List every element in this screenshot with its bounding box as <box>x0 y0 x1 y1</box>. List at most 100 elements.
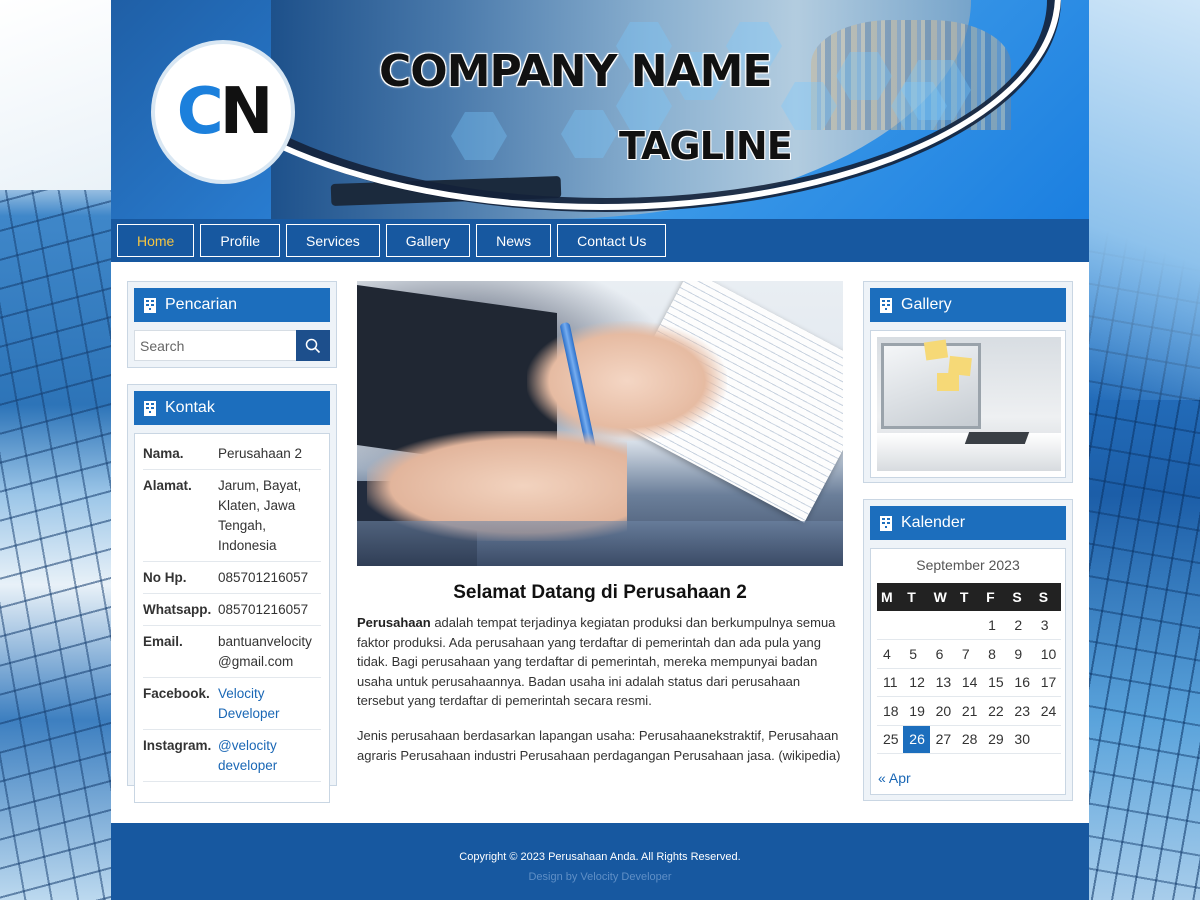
instagram-link[interactable]: @velocity developer <box>218 736 321 776</box>
gallery-keyboard <box>964 432 1030 444</box>
contact-value: Jarum, Bayat, Klaten, Jawa Tengah, Indon… <box>218 478 302 553</box>
footer-credit-link[interactable]: Design by Velocity Developer <box>111 871 1089 883</box>
calendar-day: 8 <box>982 639 1009 669</box>
weekday-header: W <box>929 583 956 611</box>
calendar-day: 3 <box>1034 611 1061 640</box>
calendar-day <box>903 611 930 640</box>
contact-widget-header: Kontak <box>134 391 330 425</box>
calendar-widget-title: Kalender <box>901 514 966 531</box>
contact-key: Email. <box>143 634 183 649</box>
search-form <box>134 330 330 361</box>
contact-value: 085701216057 <box>218 602 309 617</box>
nav-home[interactable]: Home <box>117 224 195 257</box>
company-tagline: TAGLINE <box>619 124 793 168</box>
calendar-day: 18 <box>877 696 904 726</box>
logo-letter-c: C <box>176 75 224 149</box>
calendar-day: 28 <box>955 725 983 754</box>
nav-news[interactable]: News <box>476 224 552 257</box>
nav-services[interactable]: Services <box>286 224 380 257</box>
search-input[interactable] <box>134 330 296 361</box>
contact-key: Alamat. <box>143 478 192 493</box>
gallery-widget-header: Gallery <box>870 288 1066 322</box>
calendar-day: 9 <box>1008 639 1035 669</box>
nav-profile[interactable]: Profile <box>200 224 281 257</box>
gallery-image[interactable] <box>877 337 1061 471</box>
calendar-day: 7 <box>955 639 983 669</box>
calendar-day: 16 <box>1008 668 1035 697</box>
calendar-day: 1 <box>982 611 1009 640</box>
footer: Copyright © 2023 Perusahaan Anda. All Ri… <box>111 823 1089 900</box>
search-button[interactable] <box>296 330 330 361</box>
calendar-day: 19 <box>903 696 930 726</box>
calendar-grid: M T W T F S S 1 2 3 4 5 6 7 8 9 10 11 12… <box>877 583 1061 754</box>
contact-row-instagram: Instagram. @velocity developer <box>143 730 321 782</box>
contact-widget-title: Kontak <box>165 399 215 416</box>
facebook-link[interactable]: Velocity Developer <box>218 684 321 724</box>
calendar-day: 23 <box>1008 696 1035 726</box>
main-navigation: Home Profile Services Gallery News Conta… <box>111 219 1089 262</box>
contact-row-facebook: Facebook. Velocity Developer <box>143 678 321 730</box>
calendar-day: 12 <box>903 668 930 697</box>
calendar-week: 18 19 20 21 22 23 24 <box>877 696 1061 726</box>
weekday-header: T <box>955 583 983 611</box>
calendar-prev-month-link[interactable]: « Apr <box>877 770 1059 786</box>
search-widget-header: Pencarian <box>134 288 330 322</box>
calendar-day: 11 <box>877 668 904 697</box>
calendar-day: 14 <box>955 668 983 697</box>
gallery-sticky-note <box>937 373 959 391</box>
hero-image <box>357 281 843 566</box>
contact-value: 085701216057 <box>218 570 309 585</box>
second-paragraph: Jenis perusahaan berdasarkan lapangan us… <box>357 728 841 763</box>
calendar-day <box>877 611 904 640</box>
calendar-month: September 2023 <box>916 557 1020 573</box>
gallery-widget-title: Gallery <box>901 296 952 313</box>
search-widget-title: Pencarian <box>165 296 238 313</box>
calendar-day: 5 <box>903 639 930 669</box>
company-name: COMPANY NAME <box>379 46 772 97</box>
intro-paragraph: Perusahaan adalah tempat terjadinya kegi… <box>357 613 843 711</box>
logo-text: CN <box>176 75 273 149</box>
hero-hand <box>527 321 727 441</box>
calendar-day: 4 <box>877 639 904 669</box>
company-logo[interactable]: CN <box>151 40 295 184</box>
nav-gallery[interactable]: Gallery <box>385 224 471 257</box>
calendar-day: 22 <box>982 696 1009 726</box>
calendar-day: 20 <box>929 696 956 726</box>
building-icon <box>880 297 892 313</box>
calendar-day: 13 <box>929 668 956 697</box>
weekday-header: F <box>982 583 1009 611</box>
calendar-week: 11 12 13 14 15 16 17 <box>877 668 1061 697</box>
contact-key: No Hp. <box>143 570 187 585</box>
weekday-header: S <box>1008 583 1035 611</box>
calendar: September 2023 M T W T F S S 1 2 3 4 5 6… <box>870 548 1066 795</box>
calendar-widget: Kalender September 2023 M T W T F S S 1 … <box>863 499 1073 801</box>
background-sky-right <box>1089 0 1200 400</box>
calendar-day <box>929 611 956 640</box>
calendar-week: 4 5 6 7 8 9 10 <box>877 639 1061 669</box>
search-icon <box>305 338 321 353</box>
intro-bold-term: Perusahaan <box>357 615 431 630</box>
contact-row-email: Email. bantuanvelocity @gmail.com <box>143 626 321 678</box>
contact-value: bantuanvelocity @gmail.com <box>218 634 312 669</box>
search-widget: Pencarian <box>127 281 337 368</box>
calendar-day: 21 <box>955 696 983 726</box>
calendar-week: 25 26 27 28 29 30 <box>877 725 1061 754</box>
contact-table: Nama. Perusahaan 2 Alamat. Jarum, Bayat,… <box>134 433 330 803</box>
page-wrapper: CN COMPANY NAME TAGLINE Home Profile Ser… <box>111 0 1089 900</box>
gallery-widget: Gallery <box>863 281 1073 483</box>
contact-widget: Kontak Nama. Perusahaan 2 Alamat. Jarum,… <box>127 384 337 803</box>
calendar-day: 27 <box>929 725 956 754</box>
calendar-day: 17 <box>1034 668 1061 697</box>
weekday-header: S <box>1034 583 1061 611</box>
calendar-widget-header: Kalender <box>870 506 1066 540</box>
nav-contact-us[interactable]: Contact Us <box>557 224 667 257</box>
calendar-day: 29 <box>982 725 1009 754</box>
calendar-day <box>1034 725 1061 754</box>
contact-row-name: Nama. Perusahaan 2 <box>143 438 321 470</box>
weekday-header: T <box>903 583 930 611</box>
calendar-weekday-row: M T W T F S S <box>877 583 1061 611</box>
contact-value: Perusahaan 2 <box>218 446 303 461</box>
header-banner: CN COMPANY NAME TAGLINE <box>111 0 1089 219</box>
footer-copyright: Copyright © 2023 Perusahaan Anda. All Ri… <box>459 851 741 863</box>
building-icon <box>144 400 156 416</box>
